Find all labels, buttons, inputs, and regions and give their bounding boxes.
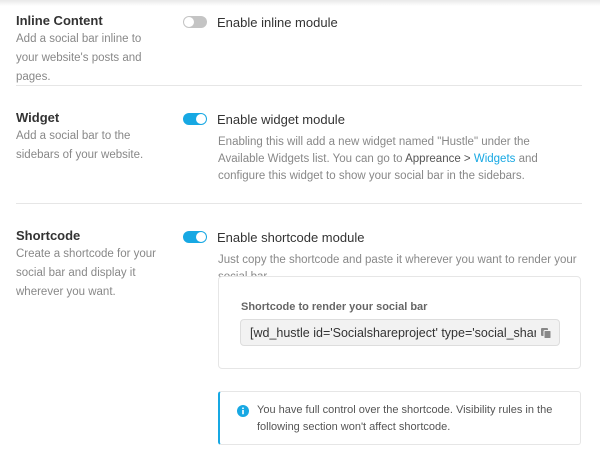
shortcode-field-label: Shortcode to render your social bar [241, 301, 428, 313]
inline-module-label: Enable inline module [217, 15, 338, 30]
divider [16, 203, 582, 204]
section-title-widget: Widget [16, 110, 60, 125]
section-title-inline: Inline Content [16, 13, 103, 28]
top-shadow [0, 0, 600, 6]
appearance-text: Appreance [405, 153, 461, 165]
breadcrumb-separator: > [460, 153, 474, 165]
section-desc-inline: Add a social bar inline to your website'… [16, 33, 142, 83]
notice-text: You have full control over the shortcode… [257, 404, 553, 433]
shortcode-value[interactable]: [wd_hustle id='Socialshareproject' type=… [250, 326, 536, 340]
widget-module-toggle[interactable] [183, 113, 207, 125]
divider [16, 85, 582, 86]
inline-module-toggle[interactable] [183, 16, 207, 28]
shortcode-input[interactable]: [wd_hustle id='Socialshareproject' type=… [240, 319, 560, 346]
shortcode-box: Shortcode to render your social bar [wd_… [218, 276, 581, 369]
widget-module-label: Enable widget module [217, 112, 345, 127]
copy-icon[interactable] [540, 327, 552, 339]
toggle-knob [196, 232, 206, 242]
section-desc-shortcode: Create a shortcode for your social bar a… [16, 248, 156, 298]
shortcode-module-toggle[interactable] [183, 231, 207, 243]
section-title-shortcode: Shortcode [16, 228, 81, 243]
widgets-link[interactable]: Widgets [474, 153, 516, 165]
section-desc-widget: Add a social bar to the sidebars of your… [16, 130, 144, 161]
shortcode-notice: You have full control over the shortcode… [218, 391, 581, 445]
widget-help-text: Enabling this will add a new widget name… [218, 134, 578, 185]
info-icon [237, 405, 249, 417]
toggle-knob [184, 17, 194, 27]
shortcode-module-label: Enable shortcode module [217, 230, 365, 245]
toggle-knob [196, 114, 206, 124]
